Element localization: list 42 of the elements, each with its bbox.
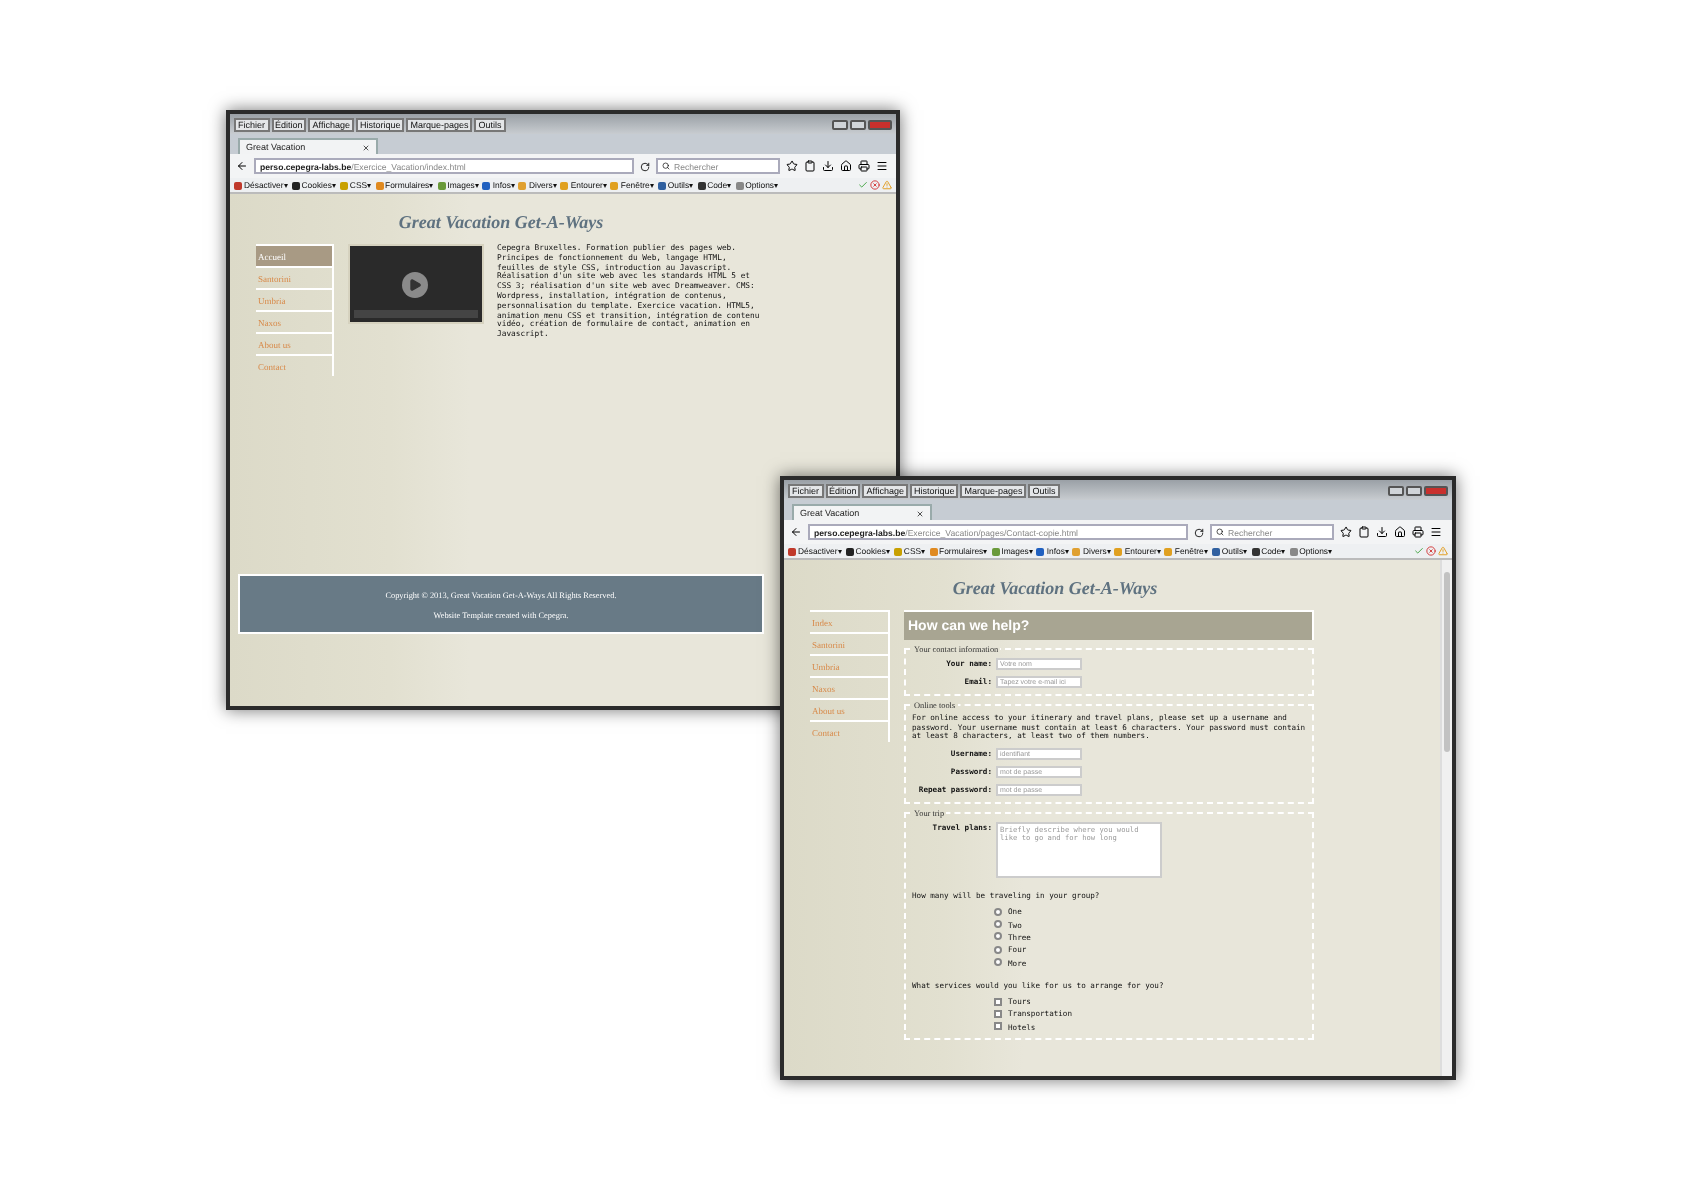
radio-button[interactable] [994, 907, 1002, 916]
back-icon[interactable] [790, 526, 802, 538]
checkbox[interactable] [994, 997, 1002, 1006]
radio-button[interactable] [994, 945, 1002, 954]
minimize-button[interactable] [1388, 485, 1404, 495]
search-icon [662, 162, 670, 170]
menu-icon[interactable] [876, 160, 888, 172]
site-title: Great Vacation Get-A-Ways [396, 212, 606, 232]
star-icon[interactable] [786, 160, 798, 172]
close-button[interactable] [1424, 485, 1448, 495]
search-icon [1216, 528, 1224, 536]
reload-icon[interactable] [640, 161, 650, 171]
radio-button[interactable] [994, 932, 1002, 941]
radio-button[interactable] [994, 920, 1002, 929]
minimize-button[interactable] [832, 119, 848, 129]
reload-icon[interactable] [1194, 527, 1204, 537]
home-icon[interactable] [1394, 526, 1406, 538]
maximize-button[interactable] [850, 119, 866, 129]
checkbox[interactable] [994, 1009, 1002, 1018]
site-title: Great Vacation Get-A-Ways [950, 578, 1160, 598]
download-icon[interactable] [822, 160, 834, 172]
back-icon[interactable] [236, 160, 248, 172]
error-icon[interactable] [870, 180, 880, 190]
home-icon[interactable] [840, 160, 852, 172]
maximize-button[interactable] [1406, 485, 1422, 495]
checkbox[interactable] [994, 1022, 1002, 1031]
clipboard-icon[interactable] [804, 160, 816, 172]
scrollbar[interactable] [1440, 560, 1452, 1076]
play-icon [408, 277, 423, 291]
check-icon[interactable] [1414, 546, 1424, 556]
play-button[interactable] [402, 271, 429, 297]
video-player[interactable] [347, 244, 484, 324]
radio-button[interactable] [994, 958, 1002, 967]
star-icon[interactable] [1340, 526, 1352, 538]
close-button[interactable] [868, 119, 892, 129]
clipboard-icon[interactable] [1358, 526, 1370, 538]
error-icon[interactable] [1426, 546, 1436, 556]
printer-icon[interactable] [1412, 526, 1424, 538]
check-icon[interactable] [858, 180, 868, 190]
printer-icon[interactable] [858, 160, 870, 172]
download-icon[interactable] [1376, 526, 1388, 538]
menu-icon[interactable] [1430, 526, 1442, 538]
